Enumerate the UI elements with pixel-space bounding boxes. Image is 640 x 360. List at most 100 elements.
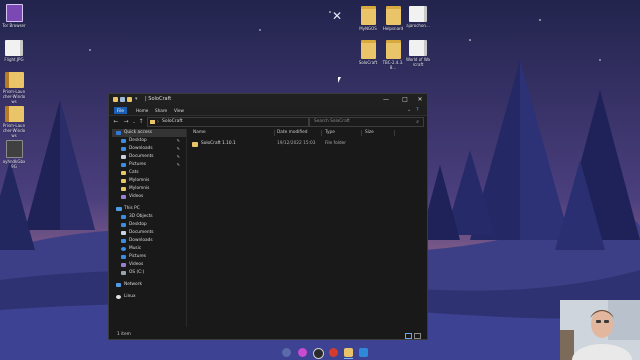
sidebar-item-cats[interactable]: Cats xyxy=(112,169,186,177)
desktop-icon-myngos[interactable]: MyNGOS xyxy=(356,6,380,31)
folder-icon xyxy=(360,40,376,59)
forward-button[interactable]: → xyxy=(122,117,130,126)
folder-icon xyxy=(385,40,401,59)
properties-icon[interactable] xyxy=(120,97,125,102)
column-divider[interactable] xyxy=(274,130,275,136)
column-divider[interactable] xyxy=(361,130,362,136)
taskbar xyxy=(262,344,382,360)
minimize-button[interactable]: — xyxy=(379,94,393,106)
pictures-icon xyxy=(121,163,126,167)
videos-icon xyxy=(121,263,126,267)
mouse-cursor-icon xyxy=(338,77,341,83)
documents-icon xyxy=(121,155,126,159)
column-divider[interactable] xyxy=(394,130,395,136)
folder-icon xyxy=(121,187,126,191)
sidebar-item-pictures[interactable]: Pictures ✎ xyxy=(112,161,186,169)
close-button[interactable]: ✕ xyxy=(413,94,427,106)
column-header-name[interactable]: Name xyxy=(193,129,206,137)
sidebar-item-3d-objects[interactable]: 3D Objects xyxy=(112,213,186,221)
address-row: ← → ⌄ ↑ › SoloCraft ↻ Search SoloCraft ⌕ xyxy=(109,116,427,127)
tor-browser-icon xyxy=(5,4,23,22)
maximize-button[interactable]: □ xyxy=(398,94,412,106)
downloads-icon xyxy=(121,239,126,243)
file-name: SoloCraft 1.10.1 xyxy=(201,141,236,146)
sidebar-item-documents-2[interactable]: Documents xyxy=(112,229,186,237)
sidebar-item-network[interactable]: Network xyxy=(112,281,186,289)
breadcrumb[interactable]: SoloCraft xyxy=(162,118,183,126)
sidebar-item-mylomnis[interactable]: Mylomnis xyxy=(112,177,186,185)
sidebar-item-linux[interactable]: Linux xyxy=(112,293,186,301)
sidebar-item-pictures-2[interactable]: Pictures xyxy=(112,253,186,261)
column-header-date-modified[interactable]: Date modified xyxy=(277,129,307,137)
desktop-icon xyxy=(121,139,126,143)
chat-app-icon[interactable] xyxy=(298,348,307,357)
folder-icon xyxy=(113,97,118,102)
ribbon: File Home Share View ⌄ ? xyxy=(109,106,427,116)
details-view-icon[interactable] xyxy=(405,333,412,339)
column-header-type[interactable]: Type xyxy=(325,129,335,137)
sidebar-item-desktop-2[interactable]: Desktop xyxy=(112,221,186,229)
tab-share[interactable]: Share xyxy=(152,107,170,114)
column-divider[interactable] xyxy=(321,130,322,136)
search-input[interactable]: Search SoloCraft ⌕ xyxy=(309,117,424,127)
documents-icon xyxy=(121,231,126,235)
expand-ribbon-icon[interactable]: ⌄ xyxy=(407,107,411,114)
sidebar-item-quick-access[interactable]: Quick access xyxy=(112,129,186,137)
folder-icon xyxy=(121,179,126,183)
desktop-icon-prism-launcher-1[interactable]: Prism-Launcher-Windows xyxy=(2,72,26,104)
desktop-icon-ajarochon[interactable]: ajarochon... xyxy=(406,6,430,28)
column-header-size[interactable]: Size xyxy=(365,129,374,137)
document-icon xyxy=(409,6,427,22)
pin-icon: ✎ xyxy=(176,154,180,159)
quick-access-dropdown-icon[interactable]: ▾ xyxy=(135,96,138,102)
address-bar[interactable]: › SoloCraft ↻ xyxy=(147,117,339,127)
tab-file[interactable]: File xyxy=(114,107,128,114)
desktop-icon-dark-file[interactable]: ayhndkGbx9G xyxy=(2,140,26,169)
back-button[interactable]: ← xyxy=(112,117,120,126)
sidebar-item-documents[interactable]: Documents ✎ xyxy=(112,153,186,161)
music-icon xyxy=(121,247,126,251)
vscode-taskbar-icon[interactable] xyxy=(359,348,368,357)
sidebar-item-downloads[interactable]: Downloads ✎ xyxy=(112,145,186,153)
up-button[interactable]: ↑ xyxy=(137,117,145,126)
sidebar-item-desktop[interactable]: Desktop ✎ xyxy=(112,137,186,145)
file-row[interactable]: SoloCraft 1.10.1 19/12/2022 15:03 File f… xyxy=(189,140,427,148)
sidebar-item-os-drive[interactable]: OS (C:) xyxy=(112,269,186,277)
obs-app-icon[interactable] xyxy=(313,348,324,359)
sidebar-item-this-pc[interactable]: This PC xyxy=(112,205,186,213)
pictures-icon xyxy=(121,255,126,259)
new-folder-icon[interactable] xyxy=(127,97,132,102)
sidebar-item-videos-2[interactable]: Videos xyxy=(112,261,186,269)
tab-home[interactable]: Home xyxy=(133,107,151,114)
zip-file-icon xyxy=(4,72,24,88)
title-bar[interactable]: ▾ | SoloCraft — □ ✕ xyxy=(109,94,427,106)
large-icons-view-icon[interactable] xyxy=(414,333,421,339)
close-icon[interactable]: ✕ xyxy=(331,10,343,22)
desktop-icon-prism-launcher-2[interactable]: Prism-Launcher-Windows xyxy=(2,106,26,138)
desktop-icon-tor-browser[interactable]: Tor Browser xyxy=(2,4,26,28)
window-title: | SoloCraft xyxy=(145,96,172,102)
pin-icon: ✎ xyxy=(176,138,180,143)
webcam-overlay xyxy=(560,300,640,360)
desktop-icon-solocraft[interactable]: SoloCraft xyxy=(356,40,380,65)
file-list: Name Date modified Type Size SoloCraft 1… xyxy=(189,129,427,327)
webcam-feed xyxy=(560,300,640,360)
sidebar-item-videos[interactable]: Videos xyxy=(112,193,186,201)
file-explorer-taskbar-icon[interactable] xyxy=(344,348,353,357)
start-button-icon[interactable] xyxy=(282,348,291,357)
folder-icon xyxy=(360,6,376,25)
breadcrumb-separator-icon: › xyxy=(157,119,159,125)
browser-app-icon[interactable] xyxy=(329,348,338,357)
help-icon[interactable]: ? xyxy=(416,107,419,114)
drive-icon xyxy=(121,271,126,275)
document-icon xyxy=(409,40,427,56)
sidebar-item-downloads-2[interactable]: Downloads xyxy=(112,237,186,245)
sidebar-item-music[interactable]: Music xyxy=(112,245,186,253)
sidebar-item-mylomnis-2[interactable]: Mylomnis xyxy=(112,185,186,193)
desktop-icon-tbc[interactable]: TBC-2.4.3.8... xyxy=(381,40,405,70)
desktop-icon-helpsnard[interactable]: Helpsnard xyxy=(381,6,405,31)
tab-view[interactable]: View xyxy=(171,107,187,114)
image-file-icon xyxy=(5,40,23,56)
desktop-icon-flight-jpg[interactable]: Flight.JPG xyxy=(2,40,26,62)
desktop-icon-world-of-warcraft[interactable]: World of Warcraft xyxy=(406,40,430,67)
